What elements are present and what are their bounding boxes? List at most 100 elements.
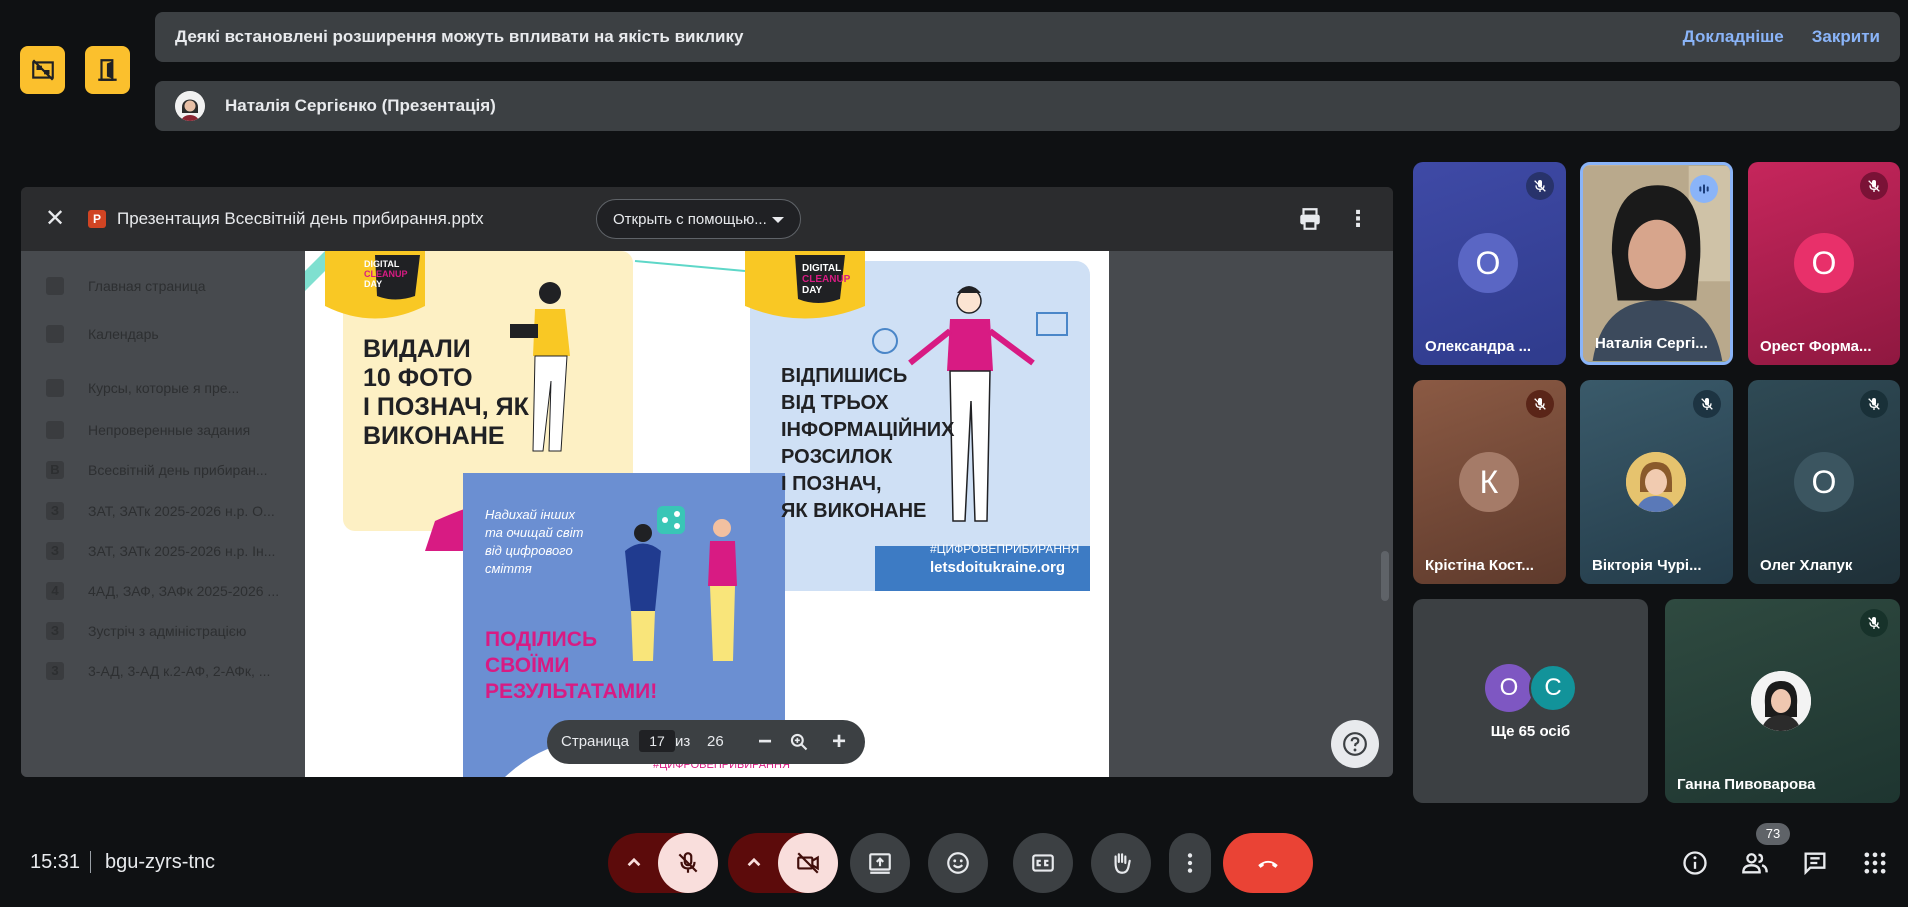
present-to-all-icon bbox=[869, 853, 891, 874]
mic-off-icon bbox=[1860, 609, 1888, 637]
bg-item: В Всесвітній день прибиран... bbox=[46, 460, 268, 480]
warning-message: Деякі встановлені розширення можуть впли… bbox=[175, 27, 744, 46]
more-vert-icon[interactable]: ⋮ bbox=[1347, 206, 1369, 232]
file-name: Презентация Всесвітній день прибирання.p… bbox=[117, 209, 484, 228]
close-banner-link[interactable]: Закрити bbox=[1812, 27, 1880, 47]
chevron-up-icon bbox=[627, 857, 641, 867]
bg-item: З ЗАТ, ЗАТк 2025-2026 н.р. О... bbox=[46, 501, 275, 521]
participant-name: Олександра ... bbox=[1425, 338, 1532, 355]
panel3-intro: Надихай інших та очищай світ від цифрово… bbox=[485, 507, 584, 576]
viewer-header: ✕ P Презентация Всесвітній день прибиран… bbox=[21, 187, 1393, 251]
avatar bbox=[1626, 452, 1686, 512]
participant-tile[interactable]: О Олег Хлапук bbox=[1748, 380, 1900, 584]
close-viewer-icon[interactable]: ✕ bbox=[43, 207, 67, 231]
bg-item: З ЗАТ, ЗАТк 2025-2026 н.р. Ін... bbox=[46, 541, 275, 561]
panel2-hashtag: #ЦИФРОВЕПРИБИРАННЯ bbox=[930, 542, 1080, 556]
meeting-details-button[interactable] bbox=[1678, 846, 1712, 880]
mic-off-icon bbox=[1693, 390, 1721, 418]
others-tile[interactable]: О С Ще 65 осіб bbox=[1413, 599, 1648, 803]
companion-mode-button[interactable] bbox=[85, 46, 130, 94]
participant-tile[interactable]: Вікторія Чурі... bbox=[1580, 380, 1733, 584]
participant-tile-speaking[interactable]: Наталія Сергі... bbox=[1580, 162, 1733, 365]
logo-digital-cleanup-day: DIGITAL CLEANUP DAY bbox=[364, 259, 408, 289]
presenter-banner: Наталія Сергієнко (Презентація) bbox=[155, 81, 1900, 131]
extension-warning-banner: Деякі встановлені розширення можуть впли… bbox=[155, 12, 1900, 62]
slide-canvas: ВИДАЛИ 10 ФОТО І ПОЗНАЧ, ЯК ВИКОНАНЕ ВІД… bbox=[305, 251, 1109, 777]
present-screen-button[interactable] bbox=[850, 833, 910, 893]
help-button[interactable] bbox=[1331, 720, 1379, 768]
participant-name: Ганна Пивоварова bbox=[1677, 776, 1816, 793]
zoom-out-icon[interactable]: − bbox=[751, 728, 779, 756]
microphone-toggle-button[interactable] bbox=[658, 833, 718, 893]
raise-hand-button[interactable] bbox=[1091, 833, 1151, 893]
avatar bbox=[1751, 671, 1811, 731]
avatar: О bbox=[1794, 233, 1854, 293]
total-pages: 26 bbox=[707, 733, 724, 750]
panel1-title: ВИДАЛИ 10 ФОТО І ПОЗНАЧ, ЯК ВИКОНАНЕ bbox=[363, 335, 529, 450]
people-icon bbox=[1742, 853, 1768, 874]
speaking-indicator-icon bbox=[1690, 175, 1718, 203]
apps-grid-icon bbox=[1864, 852, 1886, 874]
meeting-code: bgu-zyrs-tnc bbox=[105, 851, 216, 873]
more-options-button[interactable] bbox=[1169, 833, 1211, 893]
hide-tiles-button[interactable] bbox=[20, 46, 65, 94]
video-grid-off-icon bbox=[31, 59, 54, 81]
participant-tile[interactable]: Ганна Пивоварова bbox=[1665, 599, 1900, 803]
avatar: О bbox=[1458, 233, 1518, 293]
clock-time: 15:31 bbox=[30, 851, 81, 873]
chat-icon bbox=[1804, 852, 1826, 876]
participant-tile[interactable]: К Крістіна Кост... bbox=[1413, 380, 1566, 584]
closed-caption-icon bbox=[1032, 854, 1054, 872]
participant-tile[interactable]: О Орест Форма... bbox=[1748, 162, 1900, 365]
videocam-off-icon bbox=[797, 852, 819, 874]
avatar: О bbox=[1794, 452, 1854, 512]
reactions-button[interactable] bbox=[928, 833, 988, 893]
print-icon[interactable] bbox=[1297, 206, 1323, 232]
open-with-label: Открыть с помощью... bbox=[613, 210, 767, 228]
people-button[interactable] bbox=[1738, 846, 1772, 880]
learn-more-link[interactable]: Докладніше bbox=[1683, 27, 1784, 47]
bg-item: 3 3-АД, 3-АД к.2-АФ, 2-АФк, ... bbox=[46, 661, 270, 681]
activities-button[interactable] bbox=[1858, 846, 1892, 880]
page-label: Страница bbox=[561, 733, 629, 750]
bg-item: З Зустріч з адміністрацією bbox=[46, 621, 246, 641]
participants-count-badge: 73 bbox=[1756, 823, 1790, 845]
more-vert-icon bbox=[1187, 853, 1193, 873]
zoom-in-icon[interactable]: + bbox=[825, 728, 853, 756]
panel2-title: ВІДПИШИСЬ ВІД ТРЬОХ ІНФОРМАЦІЙНИХ РОЗСИЛ… bbox=[781, 365, 955, 522]
camera-options-button[interactable] bbox=[728, 833, 780, 893]
pptx-file-icon: P bbox=[88, 210, 106, 228]
chevron-up-icon bbox=[747, 857, 761, 867]
presenter-name: Наталія Сергієнко (Презентація) bbox=[225, 96, 496, 115]
hand-icon bbox=[1114, 853, 1131, 874]
logo-digital-cleanup-day-2: DIGITAL CLEANUP DAY bbox=[802, 263, 851, 296]
mic-off-icon bbox=[678, 852, 698, 873]
emoji-icon bbox=[947, 852, 969, 874]
of-label: из bbox=[675, 733, 691, 750]
participant-tile[interactable]: О Олександра ... bbox=[1413, 162, 1566, 365]
page-number-input[interactable]: 17 bbox=[639, 730, 675, 752]
bg-item: Главная страница bbox=[46, 276, 206, 296]
participant-name: Орест Форма... bbox=[1760, 338, 1872, 355]
presentation-viewer: ✕ P Презентация Всесвітній день прибиран… bbox=[21, 187, 1393, 777]
door-icon bbox=[97, 59, 117, 81]
scrollbar[interactable] bbox=[1381, 551, 1389, 601]
leave-call-button[interactable] bbox=[1223, 833, 1313, 893]
mic-off-icon bbox=[1860, 390, 1888, 418]
chat-button[interactable] bbox=[1798, 846, 1832, 880]
divider bbox=[90, 851, 91, 873]
panel2-site: letsdoitukraine.org bbox=[930, 559, 1066, 576]
bg-item: Календарь bbox=[46, 324, 159, 344]
mic-options-button[interactable] bbox=[608, 833, 660, 893]
participant-name: Наталія Сергі... bbox=[1595, 335, 1708, 352]
captions-button[interactable] bbox=[1013, 833, 1073, 893]
bg-item: Непроверенные задания bbox=[46, 420, 250, 440]
camera-toggle-button[interactable] bbox=[778, 833, 838, 893]
participant-name: Крістіна Кост... bbox=[1425, 557, 1534, 574]
caret-down-icon bbox=[772, 217, 784, 223]
avatar: К bbox=[1459, 452, 1519, 512]
open-with-dropdown[interactable]: Открыть с помощью... bbox=[596, 199, 801, 239]
panel3-title: ПОДІЛИСЬ СВОЇМИ РЕЗУЛЬТАТАМИ! bbox=[485, 628, 658, 703]
zoom-fit-icon[interactable] bbox=[785, 728, 813, 756]
mic-off-icon bbox=[1860, 172, 1888, 200]
